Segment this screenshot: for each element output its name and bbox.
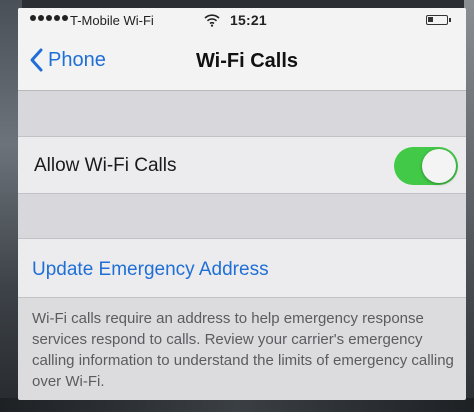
section-footer-text: Wi-Fi calls require an address to help e… (32, 310, 454, 390)
allow-wifi-calls-row: Allow Wi-Fi Calls (18, 136, 466, 194)
toggle-knob (422, 149, 456, 183)
status-bar: T-Mobile Wi-Fi 15:21 (18, 8, 466, 34)
page-title: Wi-Fi Calls (195, 50, 299, 72)
section-spacer (18, 194, 466, 238)
section-spacer (18, 91, 466, 136)
signal-strength-icon (30, 15, 68, 21)
status-time: 15:21 (230, 12, 267, 28)
photo-backdrop-bottom (0, 398, 474, 412)
battery-icon (426, 15, 451, 25)
wifi-icon (204, 14, 220, 27)
phone-screen: T-Mobile Wi-Fi 15:21 Phone Wi-Fi Calls A… (18, 8, 466, 400)
update-emergency-address-row[interactable]: Update Emergency Address (18, 238, 466, 298)
carrier-name: T-Mobile Wi-Fi (70, 13, 154, 28)
update-emergency-address-link[interactable]: Update Emergency Address (32, 259, 269, 281)
allow-wifi-calls-label: Allow Wi-Fi Calls (34, 155, 177, 176)
navigation-bar: Phone Wi-Fi Calls (18, 34, 466, 91)
allow-wifi-calls-toggle[interactable] (394, 147, 458, 185)
